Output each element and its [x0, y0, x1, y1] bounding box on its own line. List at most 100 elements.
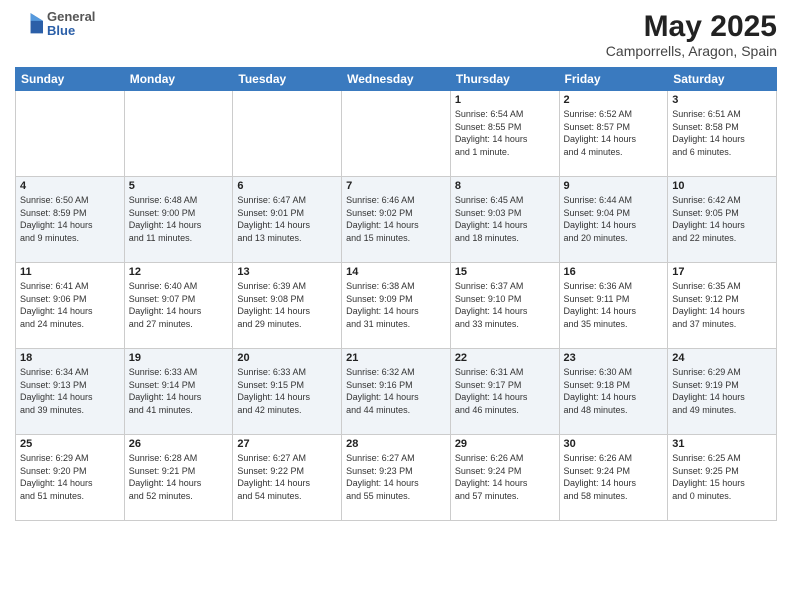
day-number: 9: [564, 180, 664, 192]
table-row: 27 Sunrise: 6:27 AM Sunset: 9:22 PM Dayli…: [233, 435, 342, 521]
table-row: 6 Sunrise: 6:47 AM Sunset: 9:01 PM Daylig…: [233, 177, 342, 263]
day-info: Sunrise: 6:54 AM Sunset: 8:55 PM Dayligh…: [455, 108, 555, 158]
table-row: 28Sunrise: 6:27 AM Sunset: 9:23 PM Dayli…: [342, 435, 451, 521]
day-info: Sunrise: 6:26 AM Sunset: 9:24 PM Dayligh…: [455, 452, 555, 502]
day-info: Sunrise: 6:41 AM Sunset: 9:06 PM Dayligh…: [20, 280, 120, 330]
table-row: 10Sunrise: 6:42 AM Sunset: 9:05 PM Dayli…: [668, 177, 777, 263]
day-number: 17: [672, 266, 772, 278]
table-row: 20Sunrise: 6:33 AM Sunset: 9:15 PM Dayli…: [233, 349, 342, 435]
day-info: Sunrise: 6:33 AM Sunset: 9:15 PM Dayligh…: [237, 366, 337, 416]
table-row: 29 Sunrise: 6:26 AM Sunset: 9:24 PM Dayli…: [450, 435, 559, 521]
calendar-table: Sunday Monday Tuesday Wednesday Thursday…: [15, 67, 777, 521]
day-info: Sunrise: 6:48 AM Sunset: 9:00 PM Dayligh…: [129, 194, 229, 244]
calendar-week-row: 11Sunrise: 6:41 AM Sunset: 9:06 PM Dayli…: [16, 263, 777, 349]
col-sunday: Sunday: [16, 68, 125, 91]
day-info: Sunrise: 6:32 AM Sunset: 9:16 PM Dayligh…: [346, 366, 446, 416]
day-number: 24: [672, 352, 772, 364]
day-info: Sunrise: 6:27 AM Sunset: 9:22 PM Dayligh…: [237, 452, 337, 502]
day-info: Sunrise: 6:45 AM Sunset: 9:03 PM Dayligh…: [455, 194, 555, 244]
col-tuesday: Tuesday: [233, 68, 342, 91]
col-monday: Monday: [124, 68, 233, 91]
col-saturday: Saturday: [668, 68, 777, 91]
day-info: Sunrise: 6:38 AM Sunset: 9:09 PM Dayligh…: [346, 280, 446, 330]
table-row: [233, 91, 342, 177]
table-row: 4 Sunrise: 6:50 AM Sunset: 8:59 PM Daylig…: [16, 177, 125, 263]
day-number: 31: [672, 438, 772, 450]
table-row: 1Sunrise: 6:54 AM Sunset: 8:55 PM Daylig…: [450, 91, 559, 177]
day-number: 2: [564, 94, 664, 106]
col-wednesday: Wednesday: [342, 68, 451, 91]
generalblue-logo-icon: [15, 10, 43, 38]
day-number: 27: [237, 438, 337, 450]
day-number: 7: [346, 180, 446, 192]
day-number: 13: [237, 266, 337, 278]
table-row: 2Sunrise: 6:52 AM Sunset: 8:57 PM Daylig…: [559, 91, 668, 177]
day-number: 10: [672, 180, 772, 192]
table-row: 23Sunrise: 6:30 AM Sunset: 9:18 PM Dayli…: [559, 349, 668, 435]
table-row: 14 Sunrise: 6:38 AM Sunset: 9:09 PM Dayli…: [342, 263, 451, 349]
location: Camporrells, Aragon, Spain: [606, 43, 777, 59]
day-info: Sunrise: 6:29 AM Sunset: 9:20 PM Dayligh…: [20, 452, 120, 502]
title-block: May 2025 Camporrells, Aragon, Spain: [606, 10, 777, 59]
table-row: 3 Sunrise: 6:51 AM Sunset: 8:58 PM Daylig…: [668, 91, 777, 177]
day-info: Sunrise: 6:50 AM Sunset: 8:59 PM Dayligh…: [20, 194, 120, 244]
logo-text: General Blue: [47, 10, 95, 39]
day-info: Sunrise: 6:29 AM Sunset: 9:19 PM Dayligh…: [672, 366, 772, 416]
day-info: Sunrise: 6:28 AM Sunset: 9:21 PM Dayligh…: [129, 452, 229, 502]
calendar-header-row: Sunday Monday Tuesday Wednesday Thursday…: [16, 68, 777, 91]
table-row: 11Sunrise: 6:41 AM Sunset: 9:06 PM Dayli…: [16, 263, 125, 349]
day-info: Sunrise: 6:51 AM Sunset: 8:58 PM Dayligh…: [672, 108, 772, 158]
day-number: 29: [455, 438, 555, 450]
day-info: Sunrise: 6:47 AM Sunset: 9:01 PM Dayligh…: [237, 194, 337, 244]
day-number: 4: [20, 180, 120, 192]
calendar-week-row: 1Sunrise: 6:54 AM Sunset: 8:55 PM Daylig…: [16, 91, 777, 177]
logo: General Blue: [15, 10, 95, 39]
table-row: 26Sunrise: 6:28 AM Sunset: 9:21 PM Dayli…: [124, 435, 233, 521]
day-number: 21: [346, 352, 446, 364]
table-row: 9 Sunrise: 6:44 AM Sunset: 9:04 PM Daylig…: [559, 177, 668, 263]
day-number: 6: [237, 180, 337, 192]
day-number: 19: [129, 352, 229, 364]
day-info: Sunrise: 6:36 AM Sunset: 9:11 PM Dayligh…: [564, 280, 664, 330]
day-number: 8: [455, 180, 555, 192]
logo-general: General: [47, 10, 95, 24]
table-row: 16 Sunrise: 6:36 AM Sunset: 9:11 PM Dayli…: [559, 263, 668, 349]
day-number: 3: [672, 94, 772, 106]
table-row: 12 Sunrise: 6:40 AM Sunset: 9:07 PM Dayli…: [124, 263, 233, 349]
day-info: Sunrise: 6:39 AM Sunset: 9:08 PM Dayligh…: [237, 280, 337, 330]
day-number: 28: [346, 438, 446, 450]
table-row: [342, 91, 451, 177]
table-row: 19Sunrise: 6:33 AM Sunset: 9:14 PM Dayli…: [124, 349, 233, 435]
day-number: 30: [564, 438, 664, 450]
day-info: Sunrise: 6:37 AM Sunset: 9:10 PM Dayligh…: [455, 280, 555, 330]
day-number: 16: [564, 266, 664, 278]
table-row: 30Sunrise: 6:26 AM Sunset: 9:24 PM Dayli…: [559, 435, 668, 521]
day-number: 5: [129, 180, 229, 192]
table-row: 21 Sunrise: 6:32 AM Sunset: 9:16 PM Dayli…: [342, 349, 451, 435]
table-row: [16, 91, 125, 177]
day-number: 23: [564, 352, 664, 364]
table-row: 18 Sunrise: 6:34 AM Sunset: 9:13 PM Dayli…: [16, 349, 125, 435]
table-row: 22Sunrise: 6:31 AM Sunset: 9:17 PM Dayli…: [450, 349, 559, 435]
table-row: 7Sunrise: 6:46 AM Sunset: 9:02 PM Daylig…: [342, 177, 451, 263]
table-row: 24 Sunrise: 6:29 AM Sunset: 9:19 PM Dayli…: [668, 349, 777, 435]
table-row: 8 Sunrise: 6:45 AM Sunset: 9:03 PM Daylig…: [450, 177, 559, 263]
day-info: Sunrise: 6:25 AM Sunset: 9:25 PM Dayligh…: [672, 452, 772, 502]
table-row: [124, 91, 233, 177]
col-friday: Friday: [559, 68, 668, 91]
table-row: 25Sunrise: 6:29 AM Sunset: 9:20 PM Dayli…: [16, 435, 125, 521]
table-row: 13 Sunrise: 6:39 AM Sunset: 9:08 PM Dayli…: [233, 263, 342, 349]
calendar-week-row: 25Sunrise: 6:29 AM Sunset: 9:20 PM Dayli…: [16, 435, 777, 521]
day-number: 18: [20, 352, 120, 364]
day-info: Sunrise: 6:34 AM Sunset: 9:13 PM Dayligh…: [20, 366, 120, 416]
calendar-week-row: 4 Sunrise: 6:50 AM Sunset: 8:59 PM Daylig…: [16, 177, 777, 263]
day-info: Sunrise: 6:40 AM Sunset: 9:07 PM Dayligh…: [129, 280, 229, 330]
day-number: 12: [129, 266, 229, 278]
col-thursday: Thursday: [450, 68, 559, 91]
day-info: Sunrise: 6:44 AM Sunset: 9:04 PM Dayligh…: [564, 194, 664, 244]
day-number: 14: [346, 266, 446, 278]
table-row: 31 Sunrise: 6:25 AM Sunset: 9:25 PM Dayli…: [668, 435, 777, 521]
month-title: May 2025: [606, 10, 777, 43]
table-row: 15Sunrise: 6:37 AM Sunset: 9:10 PM Dayli…: [450, 263, 559, 349]
calendar-week-row: 18 Sunrise: 6:34 AM Sunset: 9:13 PM Dayli…: [16, 349, 777, 435]
